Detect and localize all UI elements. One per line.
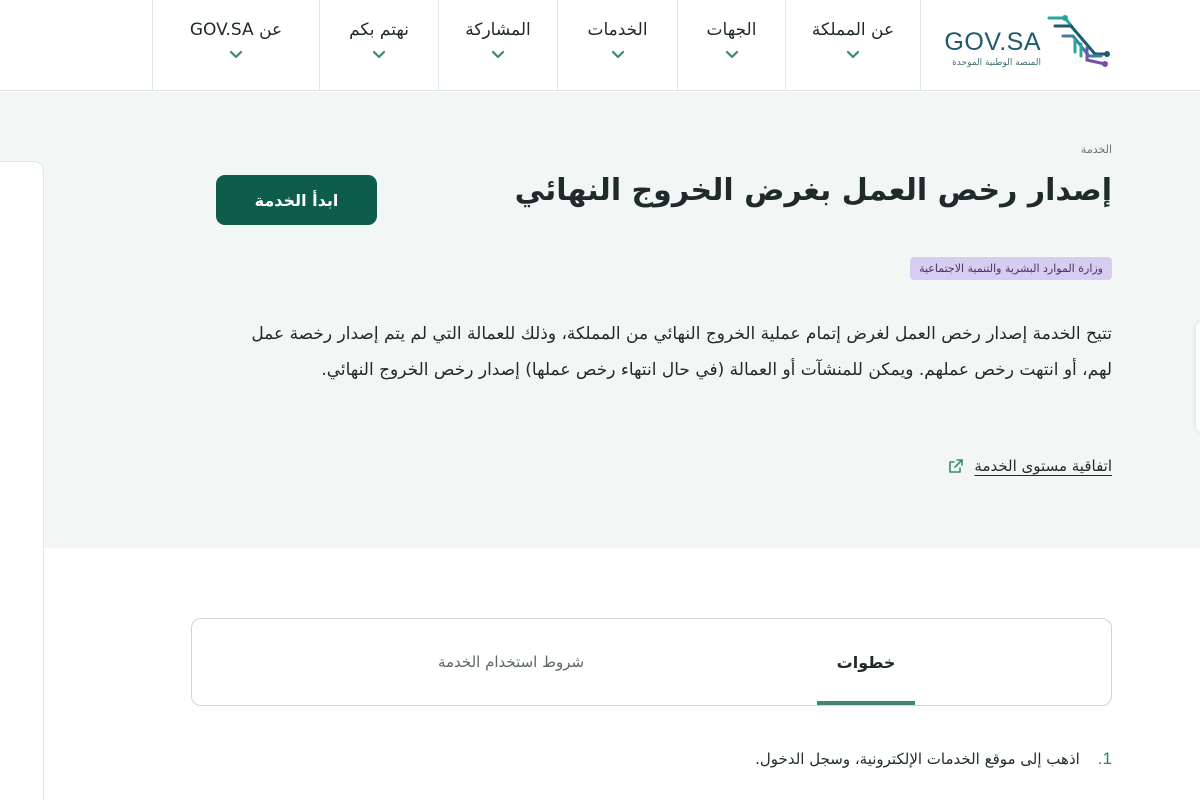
nav-divider [152, 0, 153, 91]
nav-divider [920, 0, 921, 91]
nav-item-participation[interactable]: المشاركة [439, 0, 557, 91]
logo-title: GOV.SA [944, 28, 1041, 56]
nav-label: عن المملكة [811, 20, 895, 40]
sla-link-label: اتفاقية مستوى الخدمة [974, 457, 1112, 475]
active-tab-indicator [817, 701, 915, 705]
sla-link[interactable]: اتفاقية مستوى الخدمة [948, 457, 1112, 475]
nav-divider [677, 0, 678, 91]
tab-label: شروط استخدام الخدمة [437, 653, 585, 671]
breadcrumb: الخدمة [1080, 143, 1112, 156]
nav-label: نهتم بكم [349, 20, 409, 40]
chevron-down-icon [372, 50, 386, 59]
nav-item-services[interactable]: الخدمات [558, 0, 677, 91]
page-title: إصدار رخص العمل بغرض الخروج النهائي [514, 173, 1112, 208]
nav-label: المشاركة [465, 20, 531, 40]
service-tabs: خطوات شروط استخدام الخدمة [191, 618, 1112, 706]
top-navigation: GOV.SA المنصة الوطنية الموحدة عن المملكة… [0, 0, 1200, 91]
gov-sa-logo[interactable]: GOV.SA المنصة الوطنية الموحدة [938, 12, 1113, 74]
nav-label: عن GOV.SA [189, 20, 283, 40]
step-text: اذهب إلى موقع الخدمات الإلكترونية، وسجل … [755, 750, 1080, 768]
chevron-down-icon [846, 50, 860, 59]
nav-item-about-kingdom[interactable]: عن المملكة [786, 0, 920, 91]
nav-item-about-gov-sa[interactable]: عن GOV.SA [153, 0, 319, 91]
service-description: تتيح الخدمة إصدار رخص العمل لغرض إتمام ع… [251, 324, 1112, 380]
side-tab-handle[interactable] [1196, 322, 1200, 432]
list-item: 1. اذهب إلى موقع الخدمات الإلكترونية، وس… [755, 749, 1112, 769]
tab-label: خطوات [836, 652, 896, 672]
logo-subtitle: المنصة الوطنية الموحدة [952, 58, 1041, 68]
nav-item-we-care[interactable]: نهتم بكم [320, 0, 438, 91]
chevron-down-icon [491, 50, 505, 59]
chevron-down-icon [725, 50, 738, 59]
nav-item-entities[interactable]: الجهات [678, 0, 785, 91]
nav-divider [785, 0, 786, 91]
external-link-icon [949, 459, 964, 473]
tab-steps[interactable]: خطوات [817, 619, 915, 705]
gov-sa-logo-mark-icon [1047, 15, 1110, 67]
start-service-button[interactable]: ابدأ الخدمة [216, 175, 377, 225]
side-panel [0, 161, 44, 800]
chevron-down-icon [611, 50, 624, 59]
nav-label: الجهات [706, 20, 757, 40]
nav-divider [438, 0, 439, 91]
step-number: 1. [1097, 749, 1112, 768]
ministry-badge[interactable]: وزارة الموارد البشرية والتنمية الاجتماعي… [910, 257, 1112, 280]
chevron-down-icon [229, 50, 243, 59]
nav-label: الخدمات [587, 20, 648, 40]
nav-divider [557, 0, 558, 91]
nav-divider [319, 0, 320, 91]
tab-terms-of-use[interactable]: شروط استخدام الخدمة [411, 619, 611, 705]
